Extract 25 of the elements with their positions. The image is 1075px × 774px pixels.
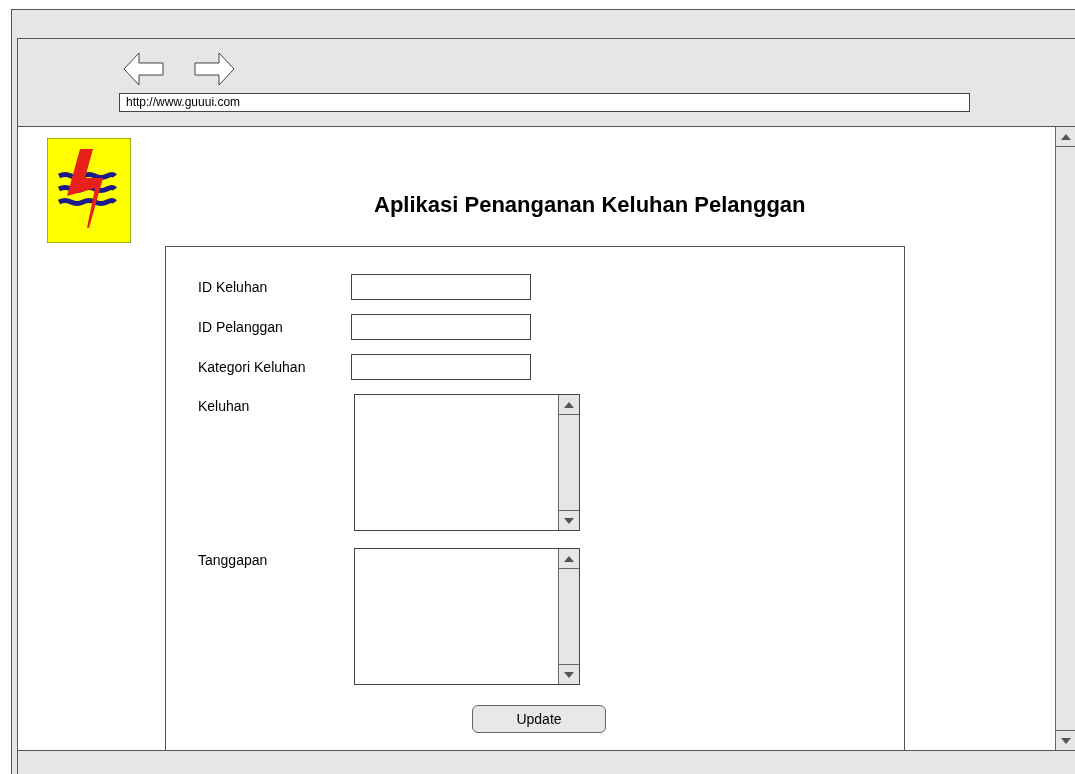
field-label: Kategori Keluhan: [198, 357, 307, 377]
input-field[interactable]: [351, 354, 531, 380]
down-triangle-icon: [564, 671, 574, 678]
field-label: ID Keluhan: [198, 277, 269, 297]
text-area[interactable]: [354, 394, 580, 531]
field-label: Keluhan: [198, 397, 251, 416]
scrollbar[interactable]: [558, 549, 579, 684]
scrollbar[interactable]: [1055, 127, 1075, 750]
field-label: ID Pelanggan: [198, 317, 284, 337]
page-title: Aplikasi Penanganan Keluhan Pelanggan: [374, 191, 806, 219]
text-area[interactable]: [354, 548, 580, 685]
scrollbar[interactable]: [558, 395, 579, 530]
up-triangle-icon: [564, 555, 574, 562]
field-label: Tanggapan: [198, 551, 269, 570]
forward-icon[interactable]: [194, 52, 235, 86]
up-triangle-icon: [1060, 133, 1071, 140]
down-triangle-icon: [1060, 737, 1071, 744]
address-bar[interactable]: http://www.guuui.com: [119, 93, 970, 112]
logo-icon: [47, 138, 131, 243]
update-button[interactable]: Update: [472, 705, 606, 733]
back-icon[interactable]: [123, 52, 164, 86]
input-field[interactable]: [351, 314, 531, 340]
down-triangle-icon: [564, 517, 574, 524]
input-field[interactable]: [351, 274, 531, 300]
up-triangle-icon: [564, 401, 574, 408]
